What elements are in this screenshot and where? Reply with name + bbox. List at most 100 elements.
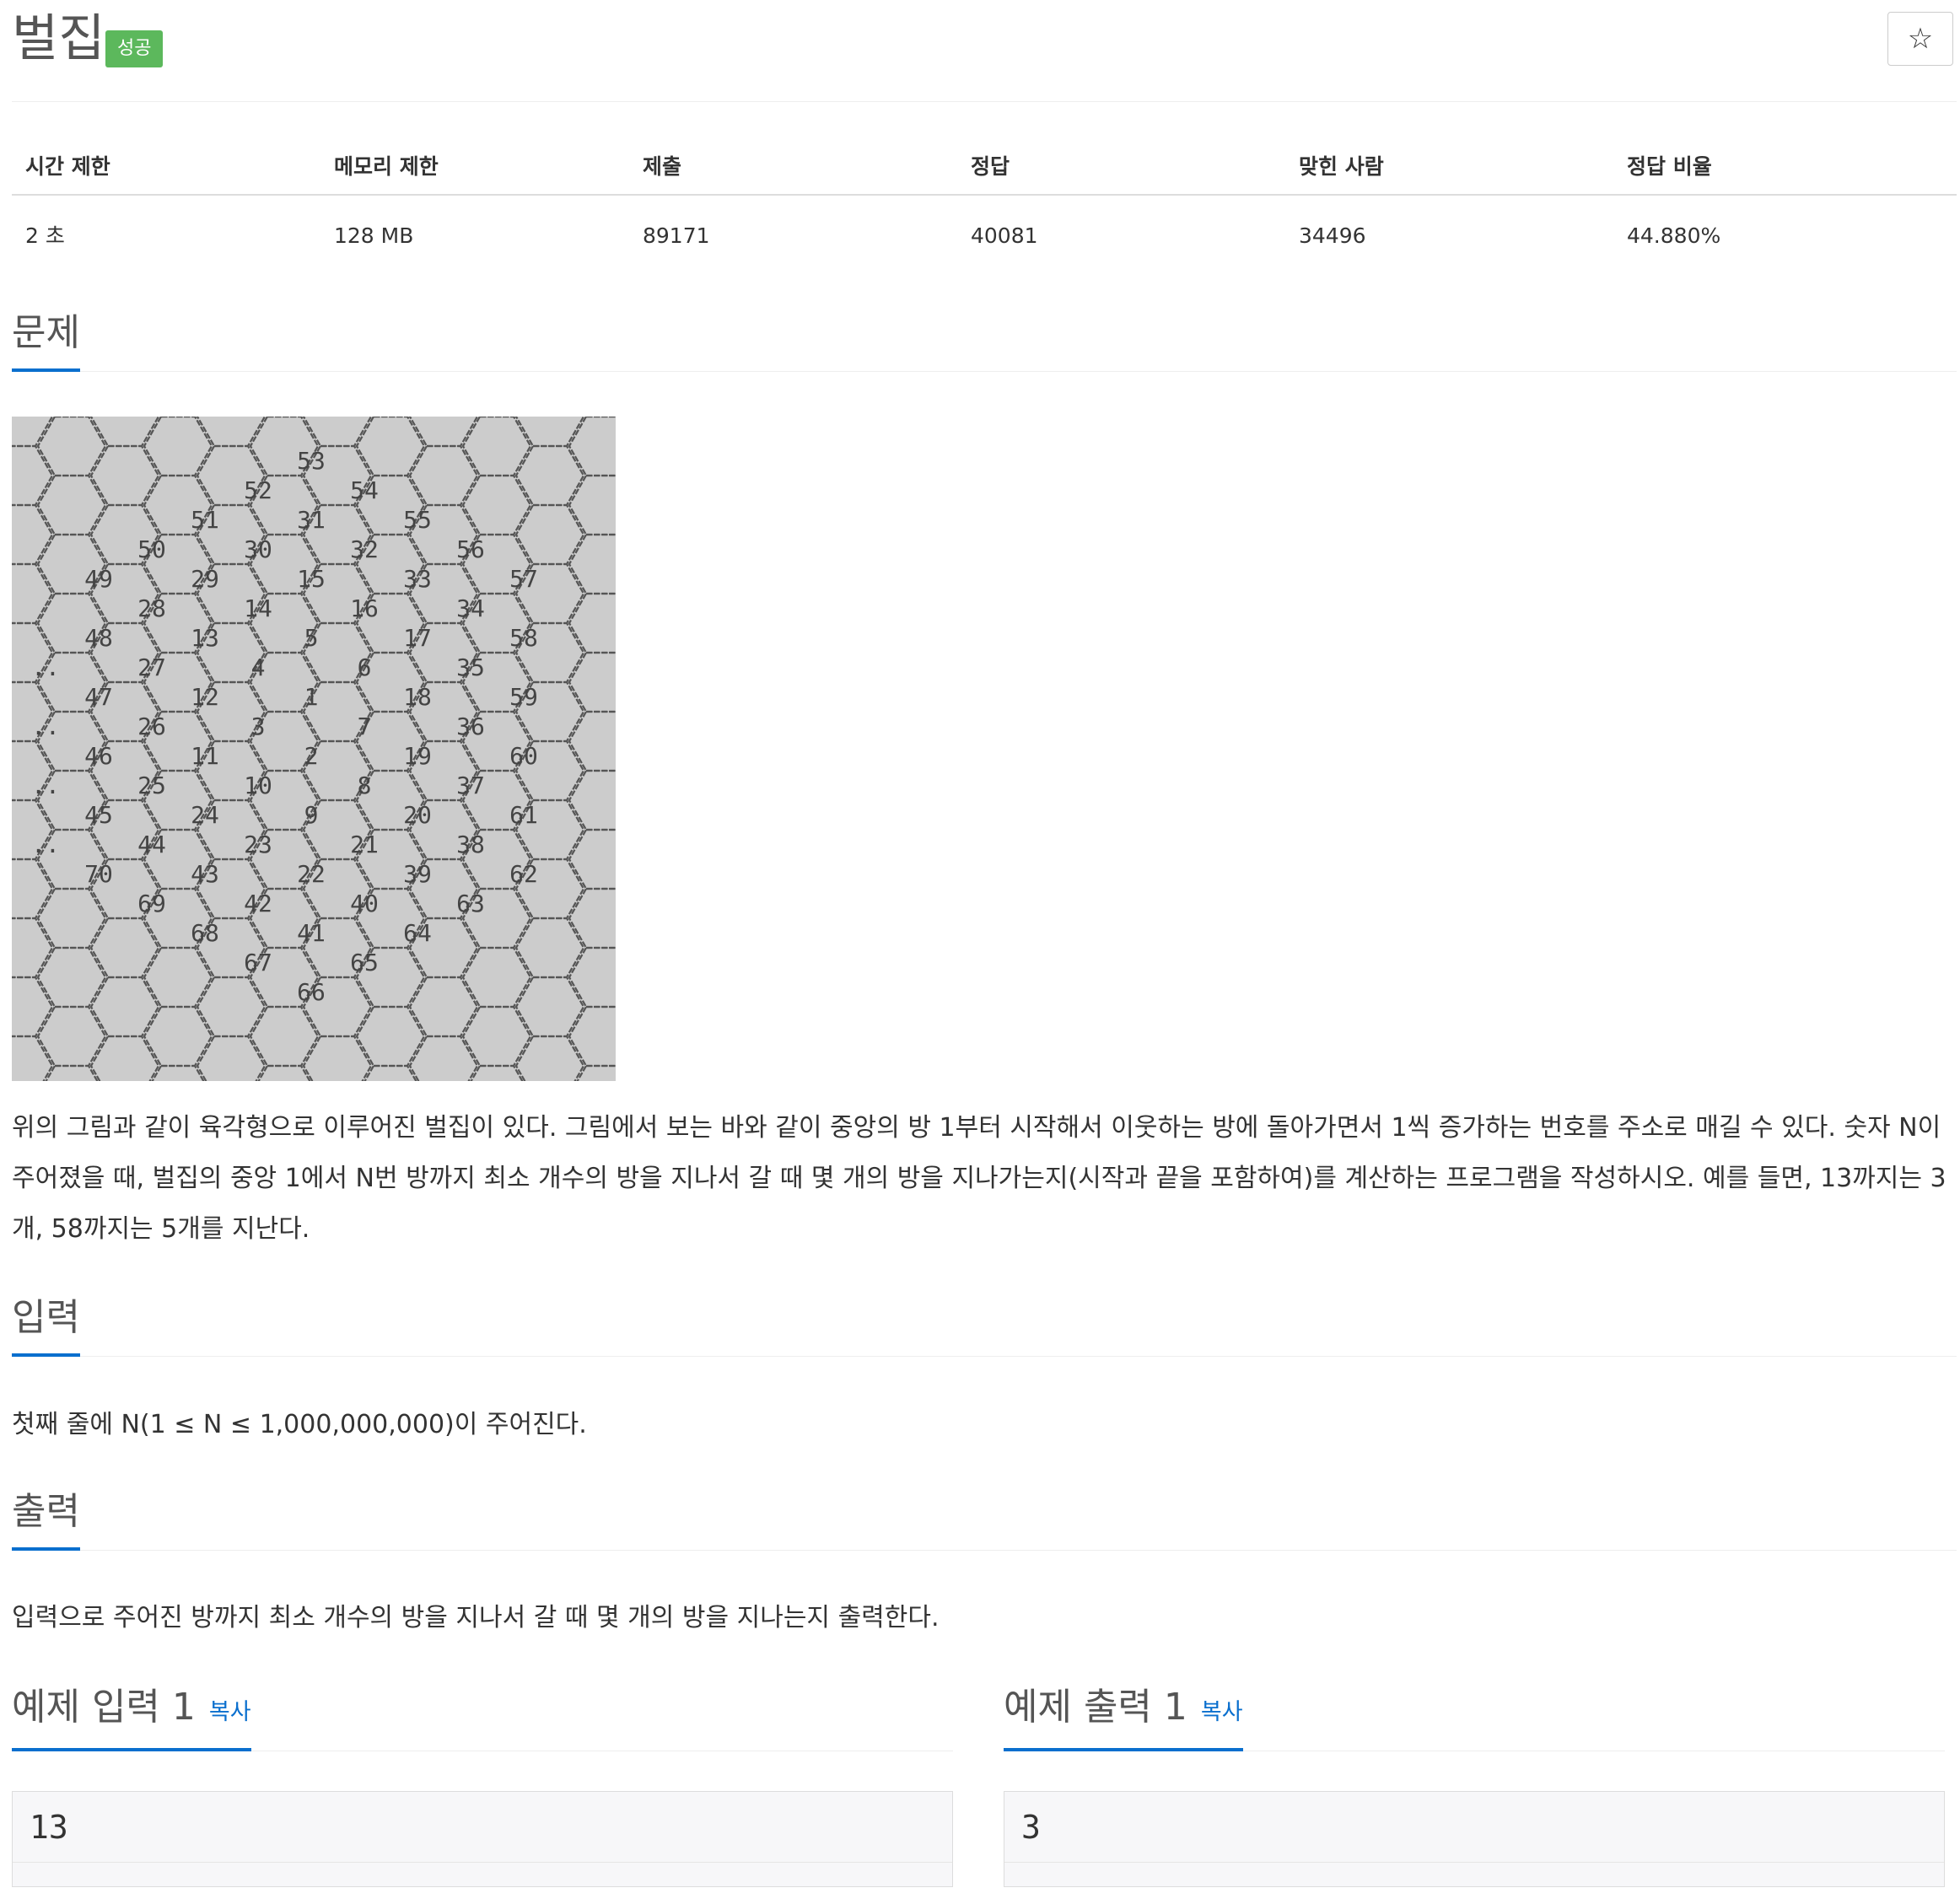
honeycomb-label: 43 [191,860,219,888]
sample-input-copy-link[interactable]: 복사 [209,1699,251,1725]
problem-stats-table: 시간 제한 메모리 제한 제출 정답 맞힌 사람 정답 비율 2 초 128 M… [12,143,1957,248]
honeycomb-label: 37 [456,772,485,799]
output-section-header: 출력 [12,1486,1957,1551]
stats-header-solvers: 맞힌 사람 [1299,154,1384,179]
honeycomb-label: 39 [403,860,432,888]
honeycomb-label: 20 [403,801,432,829]
honeycomb-label: 69 [137,890,166,917]
honeycomb-cell [0,976,54,1038]
honeycomb-label: 5 [304,624,319,652]
honeycomb-cell [196,385,267,448]
title-row: 벌집 성공 ☆ [12,0,1957,102]
sample-output-header: 예제 출력 1 복사 [1004,1681,1945,1751]
sample-output-copy-link[interactable]: 복사 [1201,1699,1243,1725]
honeycomb-label: 49 [84,565,113,593]
stats-value-time-limit: 2 초 [25,223,65,248]
honeycomb-label: 60 [509,742,538,770]
stats-header-memory-limit: 메모리 제한 [334,154,439,179]
honeycomb-label: 47 [84,683,113,711]
honeycomb-cell [302,385,373,448]
honeycomb-cell [568,946,638,1008]
honeycomb-cell [408,385,479,448]
honeycomb-label: 70 [84,860,113,888]
stats-header-submissions: 제출 [643,154,682,179]
honeycomb-label: 22 [297,860,326,888]
honeycomb-label: 19 [403,742,432,770]
honeycomb-label: 62 [509,860,538,888]
honeycomb-label: 24 [191,801,219,829]
honeycomb-label: 44 [137,831,166,858]
honeycomb-label: 14 [244,594,272,622]
honeycomb-cell [514,385,585,448]
honeycomb-label: 48 [84,624,113,652]
honeycomb-label: 56 [456,535,485,563]
honeycomb-cell [89,385,160,448]
honeycomb-cell [0,858,54,920]
honeycomb-label: 8 [358,772,372,799]
honeycomb-figure: 5352 5451 31 5550 30 32 5649 29 15 33 5728 14 16 3448… [0,326,638,1186]
honeycomb-label: 12 [191,683,219,711]
honeycomb-label: 41 [297,919,326,947]
honeycomb-label: 32 [350,535,379,563]
honeycomb-label: 2 [304,742,319,770]
honeycomb-label: 7 [358,713,372,740]
honeycomb-label: 17 [403,624,432,652]
honeycomb-cell [568,769,638,831]
star-button[interactable]: ☆ [1887,12,1953,66]
honeycomb-label: 53 [297,447,326,475]
honeycomb-label: .. [31,831,60,858]
honeycomb-label: .. [31,713,60,740]
honeycomb-label: 46 [84,742,113,770]
sample-input-title: 예제 입력 1 복사 [12,1682,251,1751]
honeycomb-label: 26 [137,713,166,740]
honeycomb-label: 21 [350,831,379,858]
sample-input-box[interactable]: 13 [12,1791,953,1887]
honeycomb-label: 63 [456,890,485,917]
input-description: 첫째 줄에 N(1 ≤ N ≤ 1,000,000,000)이 주어진다. [12,1410,587,1439]
honeycomb-cell [0,444,54,507]
stats-header-ratio: 정답 비율 [1627,154,1712,179]
honeycomb-label: 35 [456,653,485,681]
honeycomb-cell [568,828,638,890]
honeycomb-label: 6 [358,653,372,681]
honeycomb-label: 65 [350,949,379,976]
honeycomb-cell [568,887,638,949]
honeycomb-label: 29 [191,565,219,593]
honeycomb-cell [568,592,638,654]
honeycomb-cell [568,533,638,595]
honeycomb-label: 33 [403,565,432,593]
honeycomb-cell [568,1064,638,1127]
honeycomb-label: 23 [244,831,272,858]
output-section-title: 출력 [12,1487,80,1551]
status-badge: 성공 [105,30,164,67]
honeycomb-label: 9 [304,801,319,829]
honeycomb-label: 10 [244,772,272,799]
stats-header-row: 시간 제한 메모리 제한 제출 정답 맞힌 사람 정답 비율 [12,143,1957,196]
sample-output-box[interactable]: 3 [1004,1791,1945,1887]
problem-description-line-3: 개, 58까지는 5개를 지난다. [12,1214,310,1244]
honeycomb-cell [568,710,638,772]
stats-header-accepted: 정답 [971,154,1010,179]
honeycomb-cell [568,474,638,536]
sample-output-title-text: 예제 출력 1 [1004,1686,1187,1729]
honeycomb-label: 13 [191,624,219,652]
honeycomb-label: 51 [191,506,219,534]
honeycomb-label: 28 [137,594,166,622]
honeycomb-label: 45 [84,801,113,829]
honeycomb-label: 4 [251,653,266,681]
honeycomb-label: 52 [244,476,272,504]
honeycomb-label: 61 [509,801,538,829]
problem-section-header: 문제 [12,307,1957,372]
stats-value-submissions: 89171 [643,223,710,248]
honeycomb-label: 27 [137,653,166,681]
honeycomb-label: 54 [350,476,379,504]
honeycomb-cell [0,562,54,625]
honeycomb-label: 66 [297,978,326,1006]
honeycomb-label: .. [31,653,60,681]
sample-output-title: 예제 출력 1 복사 [1004,1682,1243,1751]
honeycomb-label: 31 [297,506,326,534]
sample-input-title-text: 예제 입력 1 [12,1686,196,1729]
input-section-header: 입력 [12,1292,1957,1357]
problem-description-line-1: 위의 그림과 같이 육각형으로 이루어진 벌집이 있다. 그림에서 보는 바와 … [12,1113,1941,1143]
honeycomb-label: 59 [509,683,538,711]
